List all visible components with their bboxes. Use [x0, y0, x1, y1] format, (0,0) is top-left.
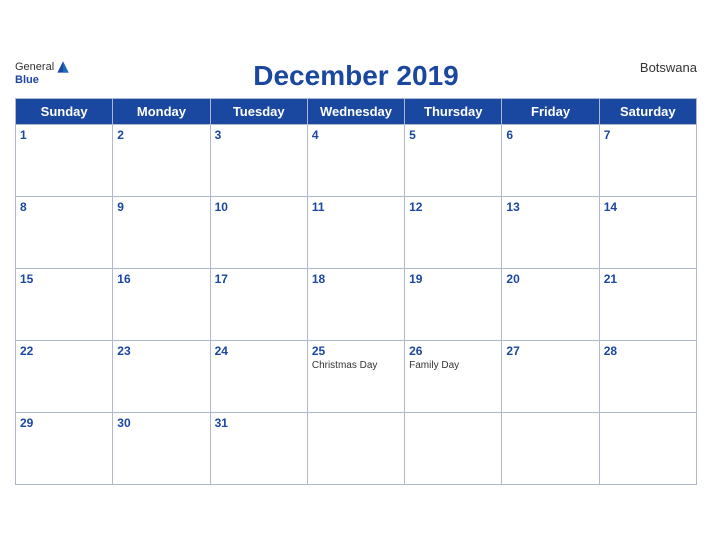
- day-number: 5: [409, 128, 497, 142]
- week-row-3: 15 16 17 18 19 20 21: [16, 269, 697, 341]
- day-number: 29: [20, 416, 108, 430]
- day-number: 19: [409, 272, 497, 286]
- day-cell: 31: [210, 413, 307, 485]
- day-cell: 4: [307, 125, 404, 197]
- day-number: 27: [506, 344, 594, 358]
- day-number: 3: [215, 128, 303, 142]
- day-cell: [405, 413, 502, 485]
- day-number: 12: [409, 200, 497, 214]
- header-monday: Monday: [113, 99, 210, 125]
- day-number: 11: [312, 200, 400, 214]
- day-number: 23: [117, 344, 205, 358]
- day-number: 9: [117, 200, 205, 214]
- day-number: 20: [506, 272, 594, 286]
- day-cell: 10: [210, 197, 307, 269]
- day-cell: 29: [16, 413, 113, 485]
- day-number: 18: [312, 272, 400, 286]
- day-number: 2: [117, 128, 205, 142]
- header-wednesday: Wednesday: [307, 99, 404, 125]
- day-cell: 24: [210, 341, 307, 413]
- day-cell: 15: [16, 269, 113, 341]
- day-cell: 30: [113, 413, 210, 485]
- calendar-table: Sunday Monday Tuesday Wednesday Thursday…: [15, 98, 697, 485]
- header-friday: Friday: [502, 99, 599, 125]
- day-cell: [599, 413, 696, 485]
- logo-area: General Blue: [15, 60, 70, 86]
- day-cell: 8: [16, 197, 113, 269]
- day-cell: 19: [405, 269, 502, 341]
- day-cell: 22: [16, 341, 113, 413]
- day-number: 4: [312, 128, 400, 142]
- day-number: 21: [604, 272, 692, 286]
- weekday-header-row: Sunday Monday Tuesday Wednesday Thursday…: [16, 99, 697, 125]
- calendar-title: December 2019: [253, 60, 458, 92]
- day-number: 28: [604, 344, 692, 358]
- day-cell: [502, 413, 599, 485]
- day-number: 17: [215, 272, 303, 286]
- day-number: 1: [20, 128, 108, 142]
- day-number: 31: [215, 416, 303, 430]
- calendar-container: General Blue December 2019 Botswana Sund…: [0, 50, 712, 500]
- day-number: 6: [506, 128, 594, 142]
- day-number: 14: [604, 200, 692, 214]
- day-cell: 13: [502, 197, 599, 269]
- day-number: 10: [215, 200, 303, 214]
- logo-icon: [56, 60, 70, 74]
- week-row-1: 1234567: [16, 125, 697, 197]
- day-cell: 27: [502, 341, 599, 413]
- week-row-5: 29 30 31: [16, 413, 697, 485]
- day-number: 25: [312, 344, 400, 358]
- calendar-header: General Blue December 2019 Botswana: [15, 60, 697, 92]
- day-cell: 3: [210, 125, 307, 197]
- logo-general-text: General: [15, 61, 54, 73]
- day-number: 24: [215, 344, 303, 358]
- day-cell: 14: [599, 197, 696, 269]
- day-number: 7: [604, 128, 692, 142]
- day-number: 22: [20, 344, 108, 358]
- day-cell: 18: [307, 269, 404, 341]
- day-number: 13: [506, 200, 594, 214]
- day-cell: 9: [113, 197, 210, 269]
- day-cell: 23: [113, 341, 210, 413]
- day-number: 26: [409, 344, 497, 358]
- day-cell: 16: [113, 269, 210, 341]
- header-thursday: Thursday: [405, 99, 502, 125]
- day-cell: 1: [16, 125, 113, 197]
- country-label: Botswana: [640, 60, 697, 75]
- day-cell: 12: [405, 197, 502, 269]
- header-saturday: Saturday: [599, 99, 696, 125]
- day-cell: 2: [113, 125, 210, 197]
- day-cell: 17: [210, 269, 307, 341]
- holiday-label: Christmas Day: [312, 360, 400, 371]
- day-cell: 6: [502, 125, 599, 197]
- day-cell: 20: [502, 269, 599, 341]
- day-cell: 5: [405, 125, 502, 197]
- header-tuesday: Tuesday: [210, 99, 307, 125]
- day-number: 16: [117, 272, 205, 286]
- day-number: 15: [20, 272, 108, 286]
- day-cell: 28: [599, 341, 696, 413]
- day-cell: 25 Christmas Day: [307, 341, 404, 413]
- week-row-2: 89 10 11 12 13 14: [16, 197, 697, 269]
- day-cell: 7: [599, 125, 696, 197]
- day-number: 8: [20, 200, 108, 214]
- day-cell: 26 Family Day: [405, 341, 502, 413]
- day-number: 30: [117, 416, 205, 430]
- day-cell: 11: [307, 197, 404, 269]
- holiday-label: Family Day: [409, 360, 497, 371]
- header-sunday: Sunday: [16, 99, 113, 125]
- day-cell: 21: [599, 269, 696, 341]
- day-cell: [307, 413, 404, 485]
- week-row-4: 22 23 24 25 Christmas Day 26 Family Day 27 28: [16, 341, 697, 413]
- logo-blue-text: Blue: [15, 74, 39, 86]
